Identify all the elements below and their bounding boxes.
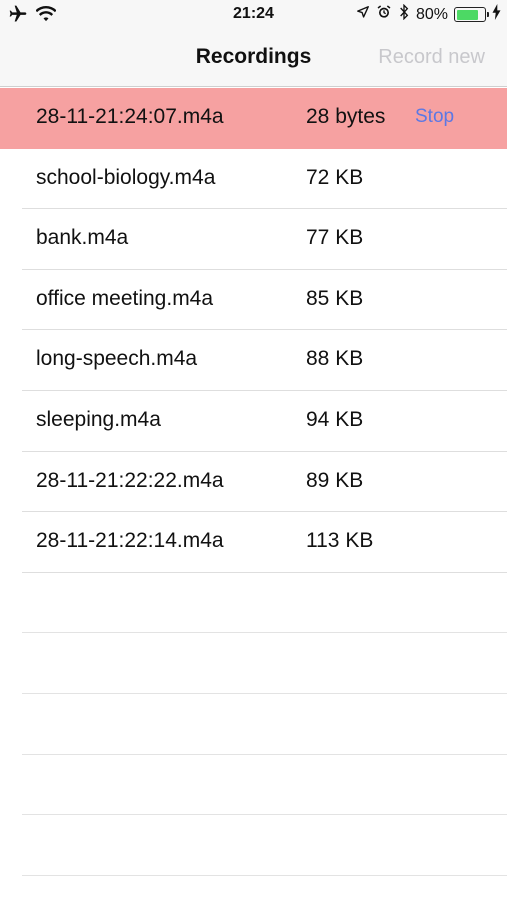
recording-row[interactable]: school-biology.m4a 72 KB	[0, 149, 507, 210]
location-arrow-icon	[356, 5, 370, 24]
battery-fill	[456, 9, 479, 20]
status-bar: 21:24 80%	[0, 0, 507, 30]
recordings-list: 28-11-21:24:07.m4a 28 bytes Stop school-…	[0, 88, 507, 876]
recording-name: long-speech.m4a	[36, 347, 198, 371]
recording-size: 77 KB	[306, 226, 364, 250]
recording-row[interactable]: 28-11-21:22:22.m4a 89 KB	[0, 452, 507, 513]
stop-button[interactable]: Stop	[415, 106, 454, 128]
recording-row[interactable]: office meeting.m4a 85 KB	[0, 270, 507, 331]
recording-size: 89 KB	[306, 468, 364, 492]
recording-name: school-biology.m4a	[36, 165, 216, 189]
recording-name: sleeping.m4a	[36, 407, 161, 431]
recording-row[interactable]: long-speech.m4a 88 KB	[0, 330, 507, 391]
battery-icon	[454, 7, 489, 22]
recording-name: bank.m4a	[36, 226, 129, 250]
bluetooth-icon	[398, 3, 410, 25]
status-right: 80%	[356, 3, 501, 25]
empty-row	[0, 755, 507, 816]
recording-row[interactable]: sleeping.m4a 94 KB	[0, 391, 507, 452]
record-new-button[interactable]: Record new	[378, 46, 485, 69]
recording-size: 94 KB	[306, 407, 364, 431]
alarm-icon	[376, 4, 392, 25]
recording-name: 28-11-21:22:14.m4a	[36, 529, 224, 553]
recording-size: 113 KB	[306, 529, 374, 553]
recording-size: 88 KB	[306, 347, 364, 371]
empty-row	[0, 694, 507, 755]
recording-row[interactable]: bank.m4a 77 KB	[0, 209, 507, 270]
recording-row[interactable]: 28-11-21:22:14.m4a 113 KB	[0, 512, 507, 573]
charging-bolt-icon	[492, 4, 501, 25]
empty-row	[0, 573, 507, 634]
recording-name: 28-11-21:24:07.m4a	[36, 105, 224, 128]
recording-name: 28-11-21:22:22.m4a	[36, 468, 224, 492]
empty-row	[0, 815, 507, 876]
recording-row-active[interactable]: 28-11-21:24:07.m4a 28 bytes Stop	[0, 88, 507, 149]
recording-size: 72 KB	[306, 165, 364, 189]
recording-size: 85 KB	[306, 286, 364, 310]
navigation-bar: Recordings Record new	[0, 30, 507, 87]
recording-name: office meeting.m4a	[36, 286, 214, 310]
empty-row	[0, 633, 507, 694]
recording-size: 28 bytes	[306, 105, 386, 128]
battery-percent: 80%	[415, 5, 448, 23]
